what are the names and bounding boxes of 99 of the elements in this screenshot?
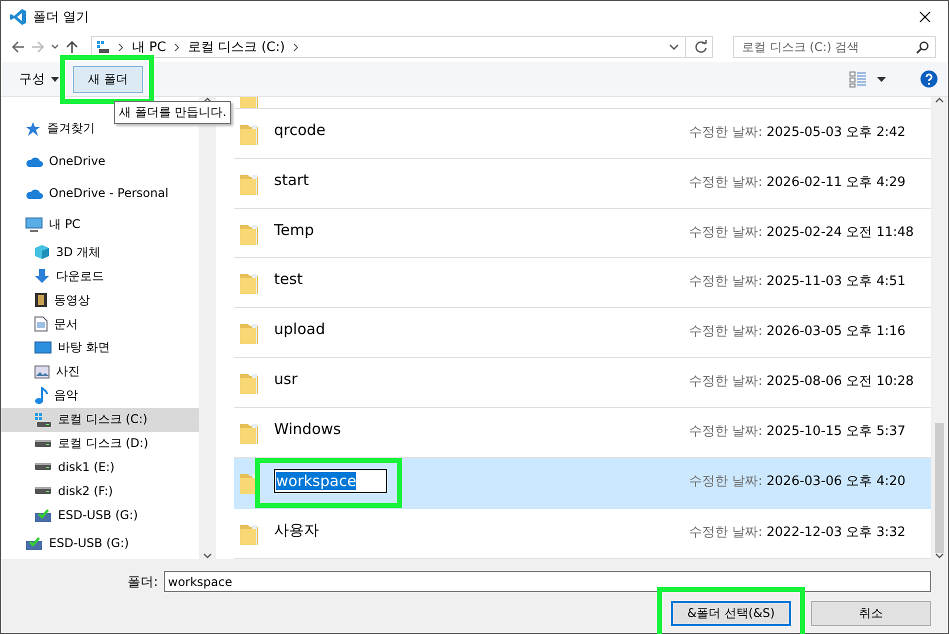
sidebar-item[interactable]: 동영상: [1, 288, 199, 312]
file-name: upload: [274, 319, 326, 338]
tooltip: 새 폴더를 만듭니다.: [114, 101, 232, 124]
file-name: test: [274, 269, 304, 288]
chevron-down-icon: [203, 553, 212, 559]
window-title: 폴더 열기: [33, 8, 90, 26]
folder-label: 폴더:: [128, 574, 158, 590]
chevron-up-icon: [203, 97, 212, 103]
date-label: 수정한 날짜:: [689, 423, 763, 440]
rename-field[interactable]: workspace: [274, 469, 388, 494]
chevron-down-icon: [935, 553, 944, 559]
file-row[interactable]: usr 수정한 날짜: 2025-08-06 오전 10:28: [234, 358, 931, 408]
file-row[interactable]: start 수정한 날짜: 2026-02-11 오후 4:29: [234, 158, 931, 209]
close-icon: [919, 10, 931, 22]
file-name: usr: [274, 369, 298, 388]
new-folder-button[interactable]: 새 폴더: [73, 66, 143, 92]
file-row[interactable]: test 수정한 날짜: 2025-11-03 오후 4:51: [234, 258, 931, 308]
app-logo-icon: [9, 8, 27, 26]
usb-drive-icon: [25, 535, 43, 552]
drive-icon: [34, 412, 52, 428]
sidebar-item[interactable]: 로컬 디스크 (D:): [1, 432, 199, 456]
sidebar-item[interactable]: 다운로드: [1, 264, 199, 288]
cube-icon: [34, 244, 50, 260]
date-label: 수정한 날짜:: [689, 273, 763, 290]
file-name: start: [274, 170, 310, 189]
view-options-icon[interactable]: [849, 70, 867, 88]
download-arrow-icon: [34, 268, 50, 284]
refresh-icon[interactable]: [694, 40, 708, 54]
chevron-right-icon: [292, 42, 299, 52]
address-bar[interactable]: 내 PC 로컬 디스크 (C:): [91, 36, 713, 58]
organize-menu-button[interactable]: 구성: [19, 70, 59, 88]
desktop-icon: [34, 340, 52, 355]
file-row[interactable]: qrcode 수정한 날짜: 2025-05-03 오후 2:42: [234, 108, 931, 159]
drive-icon: [34, 486, 52, 496]
document-icon: [34, 316, 48, 332]
folder-name-field[interactable]: workspace: [164, 571, 931, 592]
date-label: 수정한 날짜:: [689, 174, 763, 191]
search-box[interactable]: 로컬 디스크 (C:) 검색: [733, 36, 936, 58]
cancel-button[interactable]: 취소: [811, 601, 931, 626]
select-folder-button[interactable]: &폴더 선택(&S): [671, 601, 791, 626]
sidebar-item[interactable]: disk1 (E:): [1, 455, 199, 480]
chevron-up-icon: [935, 97, 944, 103]
sidebar-item[interactable]: 바탕 화면: [1, 336, 199, 360]
file-name: 사용자: [274, 520, 320, 540]
modified-date: 2025-05-03 오후 2:42: [766, 124, 906, 141]
computer-icon: [25, 216, 43, 232]
date-label: 수정한 날짜:: [689, 473, 763, 490]
sidebar-item[interactable]: ESD-USB (G:): [1, 527, 199, 559]
sidebar-item[interactable]: 사진: [1, 360, 199, 384]
music-note-icon: [34, 386, 48, 405]
modified-date: 2025-02-24 오전 11:48: [766, 224, 914, 241]
sidebar-item[interactable]: 문서: [1, 312, 199, 336]
date-label: 수정한 날짜:: [689, 224, 763, 241]
film-icon: [34, 292, 48, 308]
date-label: 수정한 날짜:: [689, 373, 763, 390]
computer-icon: [96, 40, 110, 54]
picture-icon: [34, 364, 50, 379]
modified-date: 2025-11-03 오후 4:51: [766, 273, 906, 290]
sidebar-item[interactable]: OneDrive: [1, 144, 199, 177]
sidebar-item[interactable]: 3D 개체: [1, 240, 199, 264]
star-icon: [25, 120, 41, 137]
chevron-right-icon: [118, 42, 124, 52]
breadcrumb-item[interactable]: 내 PC: [132, 38, 166, 56]
chevron-right-icon: [174, 42, 180, 52]
scrollbar[interactable]: [931, 97, 948, 559]
file-row[interactable]: upload 수정한 날짜: 2026-03-05 오후 1:16: [234, 308, 931, 358]
sidebar-item[interactable]: 로컬 디스크 (C:): [1, 408, 199, 432]
file-row[interactable]: Temp 수정한 날짜: 2025-02-24 오전 11:48: [234, 208, 931, 258]
modified-date: 2025-08-06 오전 10:28: [766, 373, 914, 390]
help-icon[interactable]: [920, 70, 938, 88]
modified-date: 2022-12-03 오후 3:32: [766, 524, 906, 542]
chevron-down-icon[interactable]: [669, 44, 679, 50]
sidebar-item[interactable]: 내 PC: [1, 208, 199, 240]
sidebar-item[interactable]: OneDrive - Personal: [1, 176, 199, 209]
modified-date: 2026-03-05 오후 1:16: [766, 323, 906, 340]
breadcrumb-item[interactable]: 로컬 디스크 (C:): [188, 38, 285, 56]
back-arrow-icon[interactable]: [11, 40, 25, 54]
file-name: Temp: [274, 220, 315, 239]
sidebar-item[interactable]: ESD-USB (G:): [1, 503, 199, 528]
modified-date: 2026-03-06 오후 4:20: [766, 473, 906, 490]
date-label: 수정한 날짜:: [689, 323, 763, 340]
file-name: qrcode: [274, 120, 327, 139]
file-row[interactable]: workspace 수정한 날짜: 2026-03-06 오후 4:20: [234, 458, 931, 510]
search-icon: [916, 40, 929, 54]
caret-icon[interactable]: [877, 76, 886, 82]
sidebar-item[interactable]: disk2 (F:): [1, 479, 199, 504]
scrollbar-thumb[interactable]: [935, 423, 944, 553]
caret-icon: [51, 76, 59, 82]
usb-drive-icon: [34, 507, 52, 524]
date-label: 수정한 날짜:: [689, 124, 763, 141]
drive-icon: [34, 462, 52, 472]
chevron-down-icon[interactable]: [51, 44, 59, 50]
up-arrow-icon[interactable]: [65, 40, 79, 54]
drive-icon: [34, 438, 52, 448]
file-name: Windows: [274, 419, 342, 438]
modified-date: 2026-02-11 오후 4:29: [766, 174, 906, 191]
date-label: 수정한 날짜:: [689, 524, 763, 542]
modified-date: 2025-10-15 오후 5:37: [766, 423, 906, 440]
sidebar-item[interactable]: 음악: [1, 384, 199, 408]
